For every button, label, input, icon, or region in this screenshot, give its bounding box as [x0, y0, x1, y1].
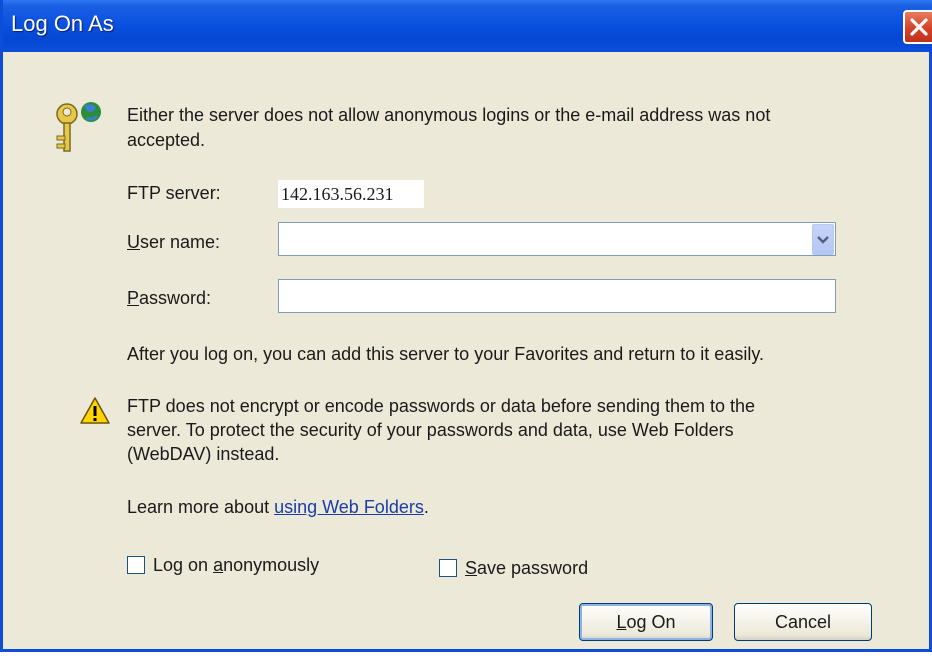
web-folders-link[interactable]: using Web Folders [274, 497, 424, 517]
warning-line-1: FTP does not encrypt or encode passwords… [127, 396, 756, 416]
message-line-1: Either the server does not allow anonymo… [127, 105, 771, 125]
warning-line-3: (WebDAV) instead. [127, 444, 280, 464]
user-name-label-rest: ser name: [140, 232, 221, 252]
warning-triangle-icon [80, 397, 110, 424]
chevron-down-icon [817, 236, 829, 244]
user-name-dropdown-button[interactable] [812, 224, 834, 255]
learn-more-suffix: . [423, 497, 429, 517]
close-button[interactable] [903, 10, 932, 44]
password-access-key: P [127, 288, 140, 308]
ftp-server-value: 142.163.56.231 [278, 180, 424, 208]
anon-label-before: Log on [153, 555, 214, 575]
ftp-server-label: FTP server: [127, 183, 221, 203]
password-label: Password: [127, 286, 211, 310]
learn-more-prefix: Learn more about [127, 497, 275, 517]
user-name-label: User name: [127, 230, 220, 254]
log-on-anonymously-label[interactable]: Log on anonymously [153, 553, 319, 577]
anon-access-key: a [213, 555, 224, 575]
dialog-body: Either the server does not allow anonymo… [3, 52, 932, 652]
keys-globe-icon [56, 102, 101, 152]
password-input[interactable] [278, 279, 836, 313]
log-on-label-rest: og On [626, 612, 676, 632]
log-on-button[interactable]: Log On [579, 603, 713, 641]
user-name-access-key: U [127, 232, 140, 252]
log-on-access-key: L [616, 612, 627, 632]
save-password-label[interactable]: Save password [465, 556, 588, 580]
message-line-2: accepted. [127, 130, 206, 150]
user-name-combobox[interactable] [278, 222, 836, 256]
save-label-rest: ave password [477, 558, 589, 578]
warning-line-2: server. To protect the security of your … [127, 420, 734, 440]
save-password-checkbox[interactable] [439, 559, 457, 577]
close-icon [910, 18, 928, 36]
title-bar[interactable]: Log On As [3, 0, 932, 52]
learn-more-text: Learn more about using Web Folders. [127, 495, 429, 519]
password-label-rest: assword: [139, 288, 212, 308]
cancel-button[interactable]: Cancel [734, 603, 872, 641]
dialog-title: Log On As [11, 11, 114, 36]
save-access-key: S [465, 558, 478, 578]
log-on-as-dialog: Log On As Either the server does not all… [0, 0, 932, 652]
favorites-note: After you log on, you can add this serve… [127, 344, 764, 364]
anon-label-after: nonymously [223, 555, 320, 575]
log-on-anonymously-checkbox[interactable] [127, 556, 145, 574]
